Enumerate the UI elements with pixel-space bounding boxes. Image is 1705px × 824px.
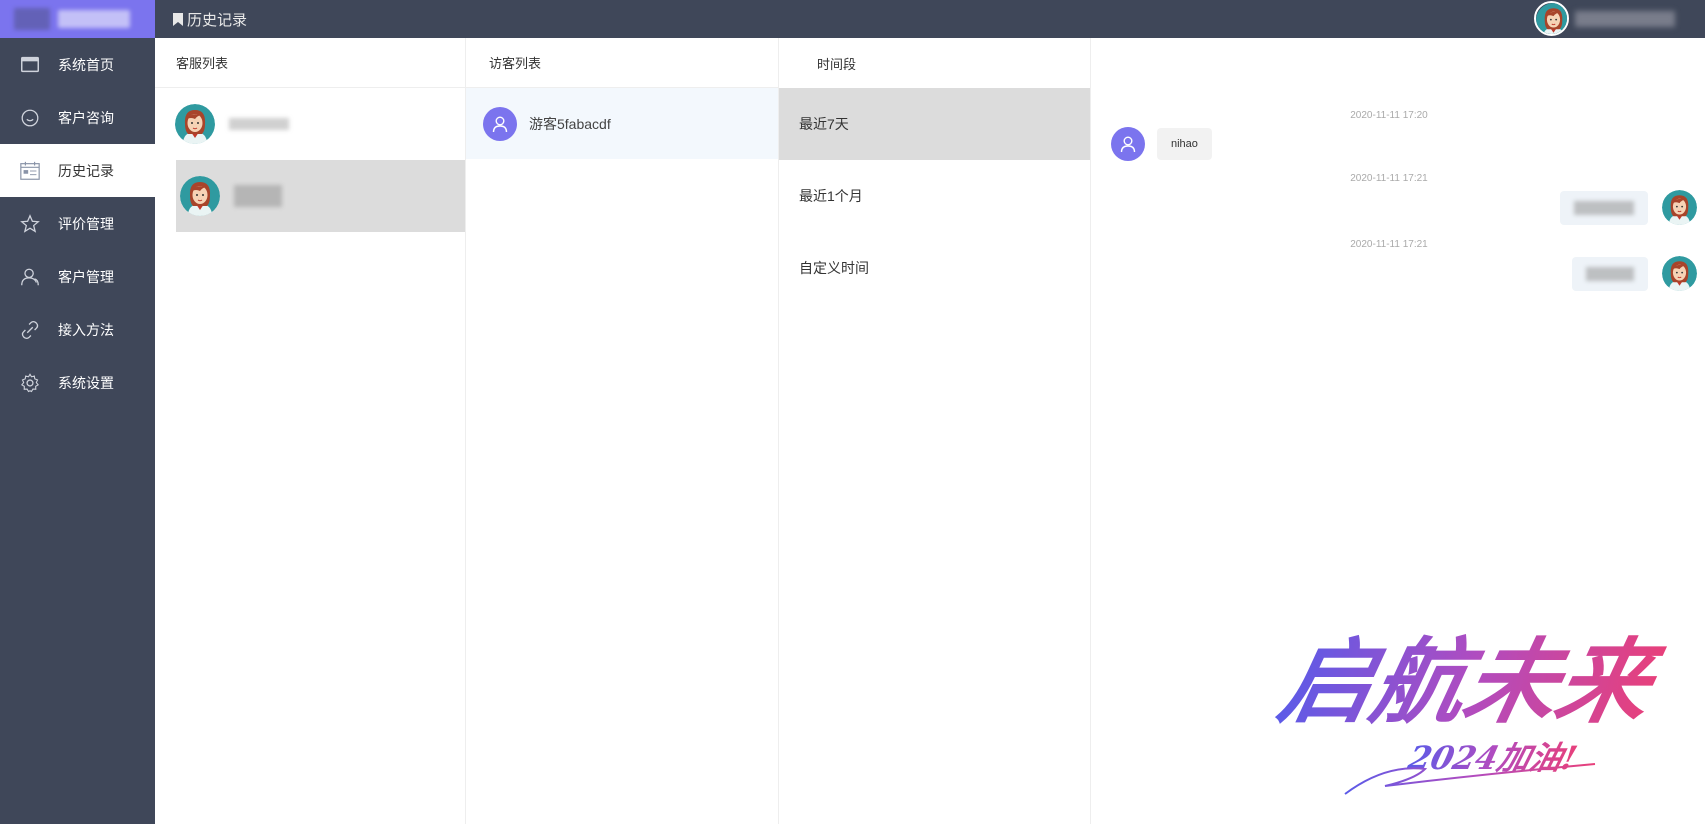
agent-item[interactable] [155,88,465,160]
logo [0,0,155,38]
sidebar-item-label: 系统设置 [58,374,114,391]
message-right [1091,256,1705,291]
smile-icon [18,106,42,130]
sidebar-item-history[interactable]: 历史记录 [0,144,155,197]
chat-messages: 2020-11-11 17:20 nihao 2020-11-11 17:21 … [1091,38,1705,291]
message-bubble-blurred [1560,190,1648,225]
visitor-list-header: 访客列表 [466,38,778,88]
agent-avatar [180,176,220,216]
sidebar-menu: 系统首页 客户咨询 历史记录 评价管理 客户管理 接入方法 系统设置 [0,38,155,409]
message-bubble-blurred [1572,256,1648,291]
message-timestamp: 2020-11-11 17:21 [1350,173,1428,184]
agent-item-selected[interactable] [176,160,465,232]
sidebar: 系统首页 客户咨询 历史记录 评价管理 客户管理 接入方法 系统设置 [0,0,155,824]
sidebar-item-label: 系统首页 [58,56,114,73]
agent-name-blurred [234,185,282,207]
message-timestamp: 2020-11-11 17:21 [1350,239,1428,250]
sidebar-item-consult[interactable]: 客户咨询 [0,91,155,144]
page-title-text: 历史记录 [187,11,248,29]
window-icon [18,53,42,77]
period-custom[interactable]: 自定义时间 [779,232,1090,304]
calendar-icon [18,159,42,183]
message-bubble: nihao [1157,128,1212,160]
message-timestamp: 2020-11-11 17:20 [1350,110,1428,121]
message-left: nihao [1091,127,1705,161]
chat-history-panel: 2020-11-11 17:20 nihao 2020-11-11 17:21 … [1091,38,1705,824]
sidebar-item-customers[interactable]: 客户管理 [0,250,155,303]
user-avatar[interactable] [1534,1,1569,36]
sidebar-item-home[interactable]: 系统首页 [0,38,155,91]
period-last-month[interactable]: 最近1个月 [779,160,1090,232]
link-icon [18,318,42,342]
sidebar-item-label: 评价管理 [58,215,114,232]
sidebar-item-label: 历史记录 [58,162,114,179]
sidebar-item-rating[interactable]: 评价管理 [0,197,155,250]
agent-name-blurred [229,118,289,130]
user-name-blurred [1575,10,1675,27]
agent-avatar [1662,256,1697,291]
gear-icon [18,371,42,395]
user-icon [18,265,42,289]
visitor-list-panel: 访客列表 游客5fabacdf [466,38,779,824]
agent-list-panel: 客服列表 [155,38,466,824]
star-icon [18,212,42,236]
message-right [1091,190,1705,225]
visitor-avatar [483,106,517,141]
visitor-avatar [1111,127,1145,161]
agent-avatar [1662,190,1697,225]
logo-text-blurred [58,10,130,28]
bookmark-icon [173,12,183,26]
person-icon [492,116,508,132]
user-menu[interactable] [1534,1,1675,36]
period-last-7-days[interactable]: 最近7天 [779,88,1090,160]
visitor-name: 游客5fabacdf [529,115,611,132]
logo-mark [14,8,50,30]
sidebar-item-settings[interactable]: 系统设置 [0,356,155,409]
page-title: 历史记录 [173,9,247,30]
sidebar-item-label: 客户管理 [58,268,114,285]
sidebar-item-label: 客户咨询 [58,109,114,126]
agent-avatar [175,104,215,144]
visitor-item[interactable]: 游客5fabacdf [466,88,778,159]
agent-list-header: 客服列表 [155,38,465,88]
sidebar-item-access[interactable]: 接入方法 [0,303,155,356]
person-icon [1120,136,1136,153]
sidebar-item-label: 接入方法 [58,321,114,338]
time-period-header: 时间段 [817,56,857,72]
topbar: 历史记录 [155,0,1705,38]
time-period-panel: 时间段 最近7天 最近1个月 自定义时间 [779,38,1091,824]
